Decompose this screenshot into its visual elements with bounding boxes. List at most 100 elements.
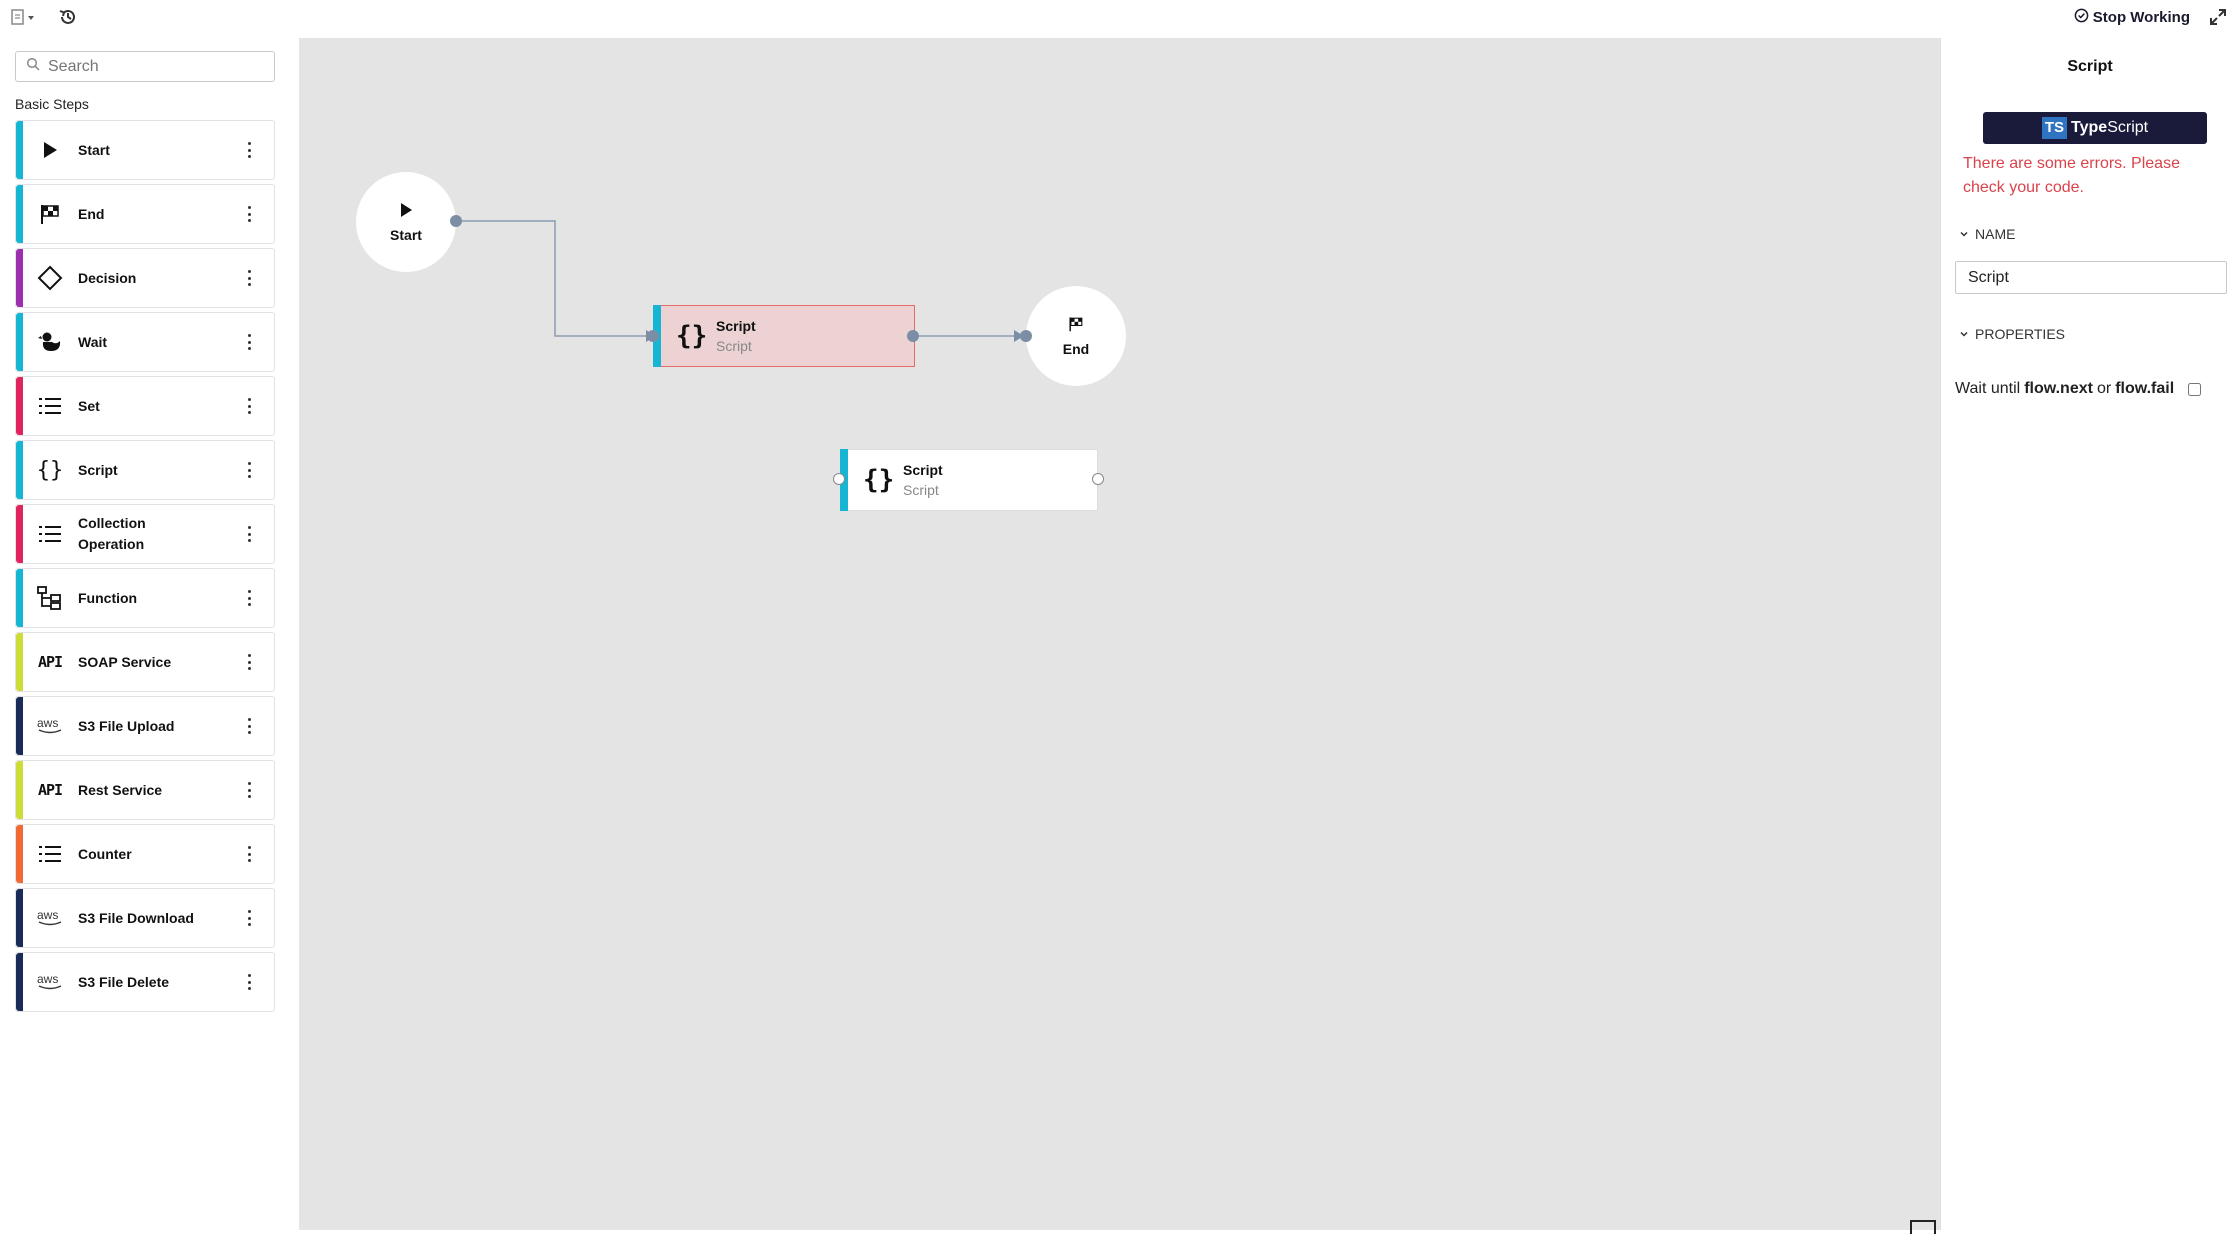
aws-icon: aws bbox=[36, 712, 64, 740]
step-color-bar bbox=[16, 633, 23, 691]
error-message: There are some errors. Please check your… bbox=[1963, 155, 2180, 196]
more-options-icon[interactable] bbox=[246, 590, 252, 606]
language-name-bold: Type bbox=[2071, 119, 2108, 136]
list-icon bbox=[36, 520, 64, 548]
step-color-bar bbox=[16, 569, 23, 627]
script-node-title: Script bbox=[716, 318, 756, 334]
step-item-wait[interactable]: Wait bbox=[15, 312, 275, 372]
more-options-icon[interactable] bbox=[246, 142, 252, 158]
more-options-icon[interactable] bbox=[246, 526, 252, 542]
name-section-toggle[interactable]: NAME bbox=[1959, 226, 2015, 242]
play-icon bbox=[399, 202, 413, 223]
step-item-start[interactable]: Start bbox=[15, 120, 275, 180]
start-output-port[interactable] bbox=[450, 215, 462, 227]
function-tree-icon bbox=[36, 584, 64, 612]
check-circle-icon bbox=[2074, 8, 2089, 27]
steps-sidebar: Basic Steps Start End Decision Wait bbox=[0, 38, 300, 1230]
script-output-port[interactable] bbox=[907, 330, 919, 342]
step-item-script[interactable]: {} Script bbox=[15, 440, 275, 500]
more-options-icon[interactable] bbox=[246, 782, 252, 798]
wait-prefix: Wait until bbox=[1955, 380, 2021, 397]
end-node-label: End bbox=[1062, 340, 1090, 357]
more-options-icon[interactable] bbox=[246, 334, 252, 350]
name-input[interactable] bbox=[1955, 261, 2227, 294]
history-button[interactable] bbox=[58, 6, 78, 32]
typescript-editor-button[interactable]: TS TypeScript bbox=[1983, 112, 2207, 144]
wait-until-checkbox[interactable] bbox=[2188, 382, 2202, 396]
connections-layer bbox=[456, 220, 1024, 342]
end-node[interactable]: End bbox=[1026, 286, 1126, 386]
script-input-port[interactable] bbox=[833, 473, 845, 485]
step-color-bar bbox=[16, 953, 23, 1011]
step-item-decision[interactable]: Decision bbox=[15, 248, 275, 308]
aws-icon: aws bbox=[36, 968, 64, 996]
step-item-s3-file-delete[interactable]: aws S3 File Delete bbox=[15, 952, 275, 1012]
more-options-icon[interactable] bbox=[246, 846, 252, 862]
step-color-bar bbox=[16, 249, 23, 307]
svg-text:aws: aws bbox=[37, 972, 58, 986]
aws-icon: aws bbox=[36, 904, 64, 932]
braces-icon: {} bbox=[863, 465, 895, 495]
braces-icon: {} bbox=[676, 321, 708, 351]
step-label: SOAP Service bbox=[78, 653, 172, 670]
start-node[interactable]: Start bbox=[356, 172, 456, 272]
step-label: Collection Operation bbox=[78, 515, 146, 552]
more-options-icon[interactable] bbox=[246, 462, 252, 478]
svg-text:aws: aws bbox=[37, 908, 58, 922]
more-options-icon[interactable] bbox=[246, 910, 252, 926]
step-color-bar bbox=[16, 825, 23, 883]
document-menu-button[interactable] bbox=[10, 6, 36, 32]
top-toolbar: Stop Working bbox=[0, 0, 2238, 38]
duck-icon bbox=[36, 328, 64, 356]
connection-start-to-script[interactable] bbox=[456, 220, 651, 337]
language-name-rest: Script bbox=[2107, 119, 2149, 136]
step-item-collection-operation[interactable]: Collection Operation bbox=[15, 504, 275, 564]
list-icon bbox=[36, 840, 64, 868]
step-item-function[interactable]: Function bbox=[15, 568, 275, 628]
step-item-end[interactable]: End bbox=[15, 184, 275, 244]
more-options-icon[interactable] bbox=[246, 398, 252, 414]
search-input[interactable] bbox=[48, 57, 258, 76]
script-node-subtitle: Script bbox=[716, 338, 752, 354]
end-input-port[interactable] bbox=[1020, 330, 1032, 342]
more-options-icon[interactable] bbox=[246, 654, 252, 670]
step-color-bar bbox=[16, 377, 23, 435]
script-input-port[interactable] bbox=[647, 330, 659, 342]
step-item-s3-file-download[interactable]: aws S3 File Download bbox=[15, 888, 275, 948]
list-icon bbox=[36, 392, 64, 420]
step-label: Counter bbox=[78, 845, 132, 862]
script-output-port[interactable] bbox=[1092, 473, 1104, 485]
expand-button[interactable] bbox=[2208, 7, 2228, 32]
svg-text:aws: aws bbox=[37, 716, 58, 730]
step-label: Rest Service bbox=[78, 781, 163, 798]
properties-section-toggle[interactable]: PROPERTIES bbox=[1959, 326, 2065, 342]
step-item-counter[interactable]: Counter bbox=[15, 824, 275, 884]
chevron-down-icon bbox=[1959, 226, 1969, 242]
diamond-icon bbox=[36, 264, 64, 292]
properties-section-label: PROPERTIES bbox=[1975, 326, 2065, 342]
flow-canvas[interactable]: Start {} Script Script End {} Script Scr… bbox=[300, 38, 1940, 1234]
typescript-logo-icon: TS bbox=[2041, 117, 2068, 139]
stop-working-button[interactable]: Stop Working bbox=[2074, 8, 2190, 27]
step-item-soap-service[interactable]: API SOAP Service bbox=[15, 632, 275, 692]
minimap-toggle[interactable] bbox=[1910, 1220, 1936, 1234]
step-label: Function bbox=[78, 589, 138, 606]
script-node[interactable]: {} Script Script bbox=[840, 449, 1098, 511]
wait-fail-keyword: flow.fail bbox=[2115, 380, 2175, 397]
language-name: TypeScript bbox=[2071, 119, 2148, 137]
step-label: S3 File Delete bbox=[78, 973, 170, 990]
step-item-s3-file-upload[interactable]: aws S3 File Upload bbox=[15, 696, 275, 756]
step-item-set[interactable]: Set bbox=[15, 376, 275, 436]
script-node-error[interactable]: {} Script Script bbox=[653, 305, 915, 367]
step-item-rest-service[interactable]: API Rest Service bbox=[15, 760, 275, 820]
more-options-icon[interactable] bbox=[246, 974, 252, 990]
wait-or: or bbox=[2096, 380, 2112, 397]
more-options-icon[interactable] bbox=[246, 206, 252, 222]
search-box[interactable] bbox=[15, 51, 275, 82]
more-options-icon[interactable] bbox=[246, 270, 252, 286]
step-label: Script bbox=[78, 461, 118, 478]
chevron-down-icon bbox=[26, 10, 36, 28]
step-color-bar bbox=[16, 889, 23, 947]
step-label: Decision bbox=[78, 269, 137, 286]
more-options-icon[interactable] bbox=[246, 718, 252, 734]
